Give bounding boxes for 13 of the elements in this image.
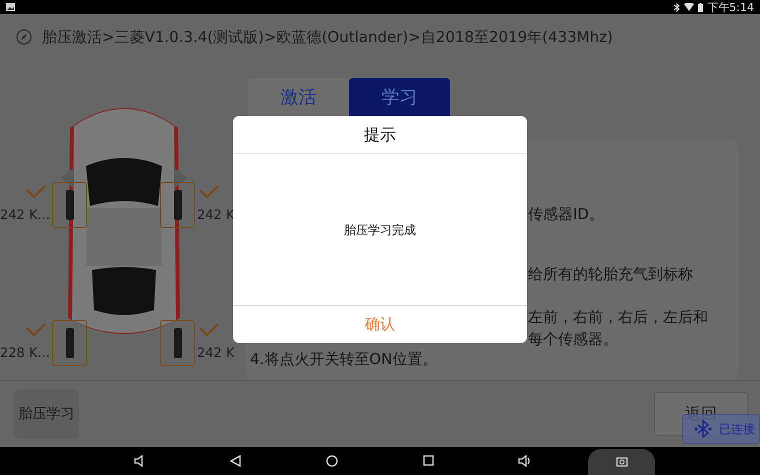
instruction-text: 给所有的轮胎充气到标称 <box>528 264 693 284</box>
instruction-text: 传感器ID。 <box>528 204 604 224</box>
instruction-text: 4.将点火开关转至ON位置。 <box>250 349 438 369</box>
pressure-reading: 242 K <box>197 345 234 363</box>
pressure-reading: 242 K... <box>0 207 50 225</box>
dialog-title: 提示 <box>363 124 397 146</box>
instruction-text: 左前，右前，右后，左后和 <box>528 307 708 327</box>
instruction-text: 每个传感器。 <box>528 329 618 349</box>
pressure-reading: 228 K... <box>0 345 50 363</box>
connection-status: 已连接 <box>719 421 755 438</box>
dialog-message: 胎压学习完成 <box>343 222 417 238</box>
clock: 下午5:14 <box>707 2 754 12</box>
breadcrumb: 胎压激活>三菱V1.0.3.4(测试版)>欧蓝德(Outlander)>自2018至2019年(433Mhz) <box>42 26 613 48</box>
